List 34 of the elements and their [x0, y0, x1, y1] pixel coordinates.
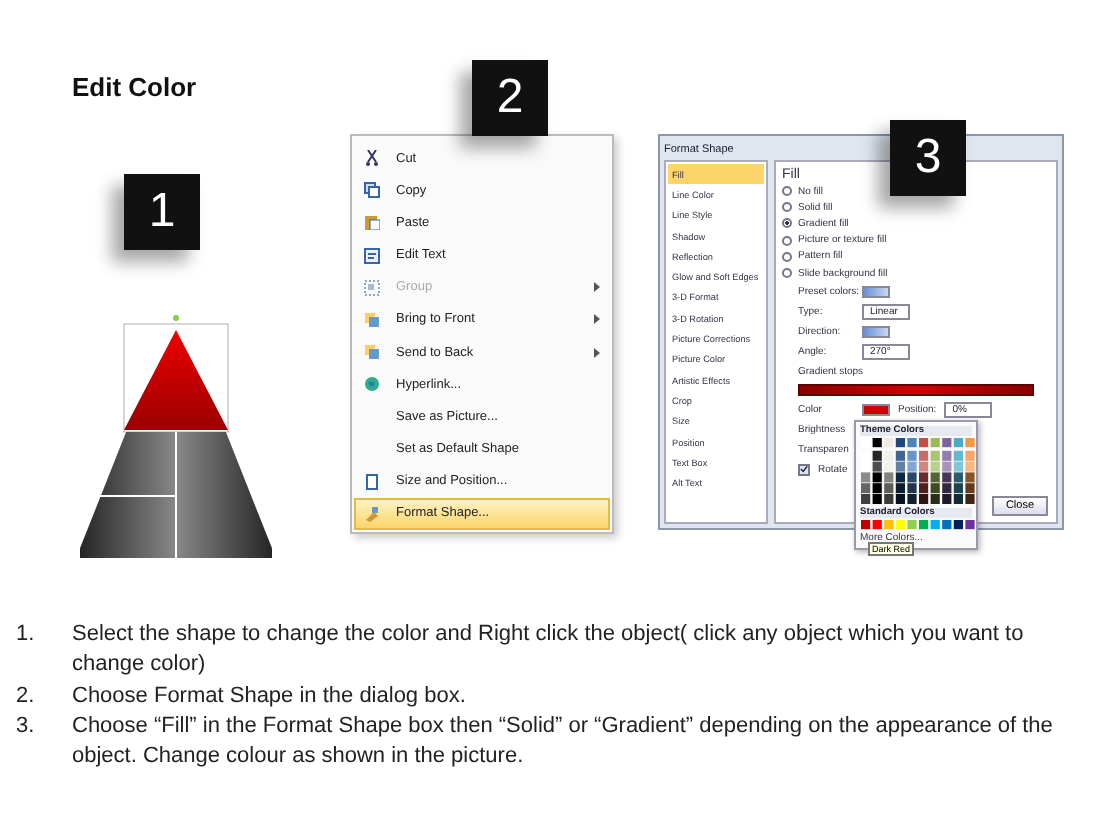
clipboard-icon	[364, 214, 380, 231]
chevron-right-icon	[594, 282, 600, 293]
standard-color-swatches[interactable]	[860, 520, 976, 530]
chevron-right-icon	[594, 347, 600, 358]
preset-colors-button[interactable]	[862, 285, 890, 298]
gradient-bar[interactable]	[798, 384, 1034, 397]
direction-button[interactable]	[862, 325, 890, 338]
chevron-right-icon	[594, 314, 600, 325]
step-number: 1	[124, 174, 200, 250]
instruction-text: Choose “Fill” in the Format Shape box then “Solid” or “Gradient” depending on the appearance of the object. Change colour as shown in the picture.	[72, 711, 1055, 773]
instruction-text: Choose Format Shape in the dialog box.	[72, 681, 466, 712]
radio-button[interactable]	[782, 186, 792, 197]
radio-button[interactable]	[782, 251, 792, 262]
globe-icon	[364, 376, 380, 393]
radio-button[interactable]	[782, 218, 792, 229]
text-box-icon	[364, 247, 380, 264]
resize-icon	[364, 473, 380, 490]
step-number: 2.	[16, 681, 37, 712]
step-number: 1.	[16, 620, 37, 650]
theme-color-swatches[interactable]	[860, 438, 976, 506]
radio-button[interactable]	[782, 268, 792, 279]
step-number: 3	[890, 120, 966, 196]
step-number: 2	[472, 60, 548, 136]
checkbox[interactable]	[798, 463, 810, 476]
step-number: 3.	[16, 711, 37, 742]
copy-icon	[364, 182, 380, 199]
radio-button[interactable]	[782, 202, 792, 213]
slide-title: Edit Color	[72, 72, 197, 102]
paint-icon	[364, 505, 380, 522]
instruction-text: Select the shape to change the color and Right click the object( click any object which you want to change color)	[72, 620, 1026, 681]
color-button[interactable]	[862, 403, 890, 416]
scissors-icon	[364, 150, 380, 167]
group-icon	[364, 279, 380, 296]
radio-button[interactable]	[782, 235, 792, 246]
